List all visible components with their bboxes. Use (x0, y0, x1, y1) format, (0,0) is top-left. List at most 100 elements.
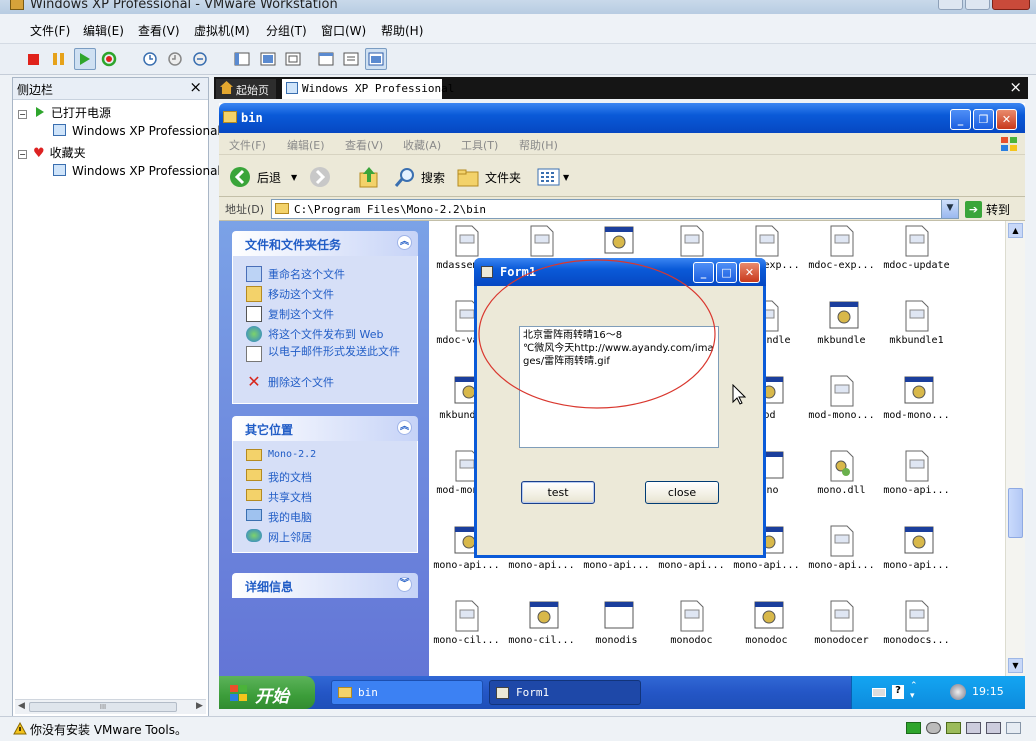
scroll-up-icon[interactable]: ▲ (1008, 223, 1023, 238)
file-item[interactable]: mono-api... (879, 450, 954, 496)
form1-textbox[interactable]: 北京雷阵雨转晴16～8 ℃微风今天http://www.ayandy.com/i… (519, 326, 719, 448)
sidebar-close-icon[interactable]: × (189, 78, 202, 96)
menu-help[interactable]: 帮助(H) (381, 22, 423, 39)
place-network[interactable]: 网上邻居 (268, 529, 312, 545)
show-sidebar-button[interactable] (231, 48, 253, 70)
place-my-documents[interactable]: 我的文档 (268, 469, 312, 485)
details-header[interactable]: 详细信息 ︾ (232, 573, 418, 598)
task-move[interactable]: 移动这个文件 (268, 286, 334, 302)
tab-vm[interactable]: Windows XP Professional (282, 79, 454, 99)
help-icon[interactable]: ? (892, 685, 904, 699)
file-item[interactable]: mono.dll (804, 450, 879, 496)
xp-menu-help[interactable]: 帮助(H) (519, 137, 558, 153)
power-on-button[interactable] (74, 48, 96, 70)
form1-minimize-button[interactable]: _ (693, 262, 714, 283)
file-tasks-header[interactable]: 文件和文件夹任务 ︽ (232, 231, 418, 256)
revert-button[interactable] (164, 48, 186, 70)
task-publish-web[interactable]: 将这个文件发布到 Web (268, 326, 383, 342)
search-button[interactable]: 搜索 (393, 165, 445, 189)
form1-maximize-button[interactable]: □ (716, 262, 737, 283)
close-window-button[interactable] (991, 0, 1030, 10)
tab-home[interactable]: 起始页 (216, 79, 276, 99)
minimize-button[interactable] (938, 0, 963, 10)
expand-chevron-icon[interactable]: ︾ (397, 577, 412, 592)
speaker-icon[interactable] (950, 684, 966, 700)
task-delete[interactable]: 删除这个文件 (268, 374, 334, 390)
test-button[interactable]: test (521, 481, 595, 504)
close-button[interactable]: close (645, 481, 719, 504)
clock[interactable]: 19:15 (972, 685, 1004, 698)
file-item[interactable] (654, 225, 729, 260)
dropdown-arrow-icon[interactable]: ▼ (291, 173, 297, 182)
file-list-scrollbar[interactable]: ▲ ▼ (1005, 221, 1025, 676)
menu-file[interactable]: 文件(F) (30, 22, 70, 39)
task-rename[interactable]: 重命名这个文件 (268, 266, 345, 282)
address-dropdown-icon[interactable]: ▼ (941, 200, 958, 218)
message-icon[interactable] (1006, 722, 1021, 734)
file-item[interactable]: mkbundle (804, 300, 879, 346)
file-item[interactable]: mdoc-update (879, 225, 954, 271)
menu-group[interactable]: 分组(T) (266, 22, 307, 39)
file-item[interactable]: mod-mono... (879, 375, 954, 421)
place-mono[interactable]: Mono-2.2 (268, 449, 316, 460)
keyboard-icon[interactable] (872, 688, 886, 697)
file-item[interactable]: monodoc (729, 600, 804, 646)
file-item[interactable]: mono-cil... (429, 600, 504, 646)
full-screen-button[interactable] (282, 48, 304, 70)
console-view-button[interactable] (315, 48, 337, 70)
menu-edit[interactable]: 编辑(E) (83, 22, 124, 39)
taskbar-item-bin[interactable]: bin (331, 680, 483, 705)
maximize-button[interactable] (964, 0, 990, 10)
scroll-left-icon[interactable]: ◀ (18, 701, 25, 711)
snapshot-manager-button[interactable] (189, 48, 211, 70)
collapse-chevron-icon[interactable]: ︽ (397, 420, 412, 435)
xp-menu-favorites[interactable]: 收藏(A) (403, 137, 441, 153)
tree-favorites[interactable]: − ♥ 收藏夹 (18, 144, 86, 161)
place-shared-documents[interactable]: 共享文档 (268, 489, 312, 505)
file-item[interactable]: monodoc (654, 600, 729, 646)
form1-close-button[interactable]: ✕ (739, 262, 760, 283)
collapse-icon[interactable]: − (18, 150, 27, 159)
menu-vm[interactable]: 虚拟机(M) (194, 22, 250, 39)
reset-button[interactable] (98, 48, 120, 70)
file-item[interactable]: monodocs... (879, 600, 954, 646)
file-item[interactable]: monodocer (804, 600, 879, 646)
views-button[interactable]: ▼ (537, 165, 569, 189)
monitor-icon[interactable] (906, 722, 921, 734)
summary-view-button[interactable] (340, 48, 362, 70)
menu-window[interactable]: 窗口(W) (321, 22, 366, 39)
task-email[interactable]: 以电子邮件形式发送此文件 (268, 346, 408, 358)
file-item[interactable]: mdoc-exp... (804, 225, 879, 271)
xp-menu-edit[interactable]: 编辑(E) (287, 137, 325, 153)
cdrom-icon[interactable] (926, 722, 941, 734)
tray-arrows-icon[interactable]: ⌃ ▾ (910, 681, 918, 701)
file-item[interactable]: monodis (579, 600, 654, 646)
file-item[interactable]: mod-mono... (804, 375, 879, 421)
power-off-button[interactable] (22, 48, 44, 70)
network-adapter-icon[interactable] (946, 722, 961, 734)
taskbar-item-form1[interactable]: Form1 (489, 680, 641, 705)
explorer-restore-button[interactable]: ❐ (973, 109, 994, 130)
sidebar-hscrollbar[interactable]: ◀ III ▶ (15, 699, 206, 714)
place-my-computer[interactable]: 我的电脑 (268, 509, 312, 525)
sound-icon[interactable] (986, 722, 1001, 734)
file-item[interactable] (579, 225, 654, 260)
file-item[interactable]: mono-cil... (504, 600, 579, 646)
tab-close-icon[interactable]: × (1009, 78, 1022, 96)
tree-vm-item[interactable]: Windows XP Professional (53, 124, 221, 138)
collapse-chevron-icon[interactable]: ︽ (397, 235, 412, 250)
back-button[interactable]: 后退 ▼ (229, 165, 297, 189)
xp-menu-tools[interactable]: 工具(T) (461, 137, 498, 153)
file-item[interactable] (504, 225, 579, 260)
scroll-thumb[interactable]: III (29, 702, 177, 712)
xp-menu-file[interactable]: 文件(F) (229, 137, 266, 153)
usb-icon[interactable] (966, 722, 981, 734)
quick-switch-button[interactable] (257, 48, 279, 70)
collapse-icon[interactable]: − (18, 110, 27, 119)
file-item[interactable]: mono-api... (804, 525, 879, 571)
xp-menu-view[interactable]: 查看(V) (345, 137, 383, 153)
task-copy[interactable]: 复制这个文件 (268, 306, 334, 322)
go-button[interactable]: ➔ 转到 (965, 199, 1010, 219)
tree-powered-on[interactable]: − 已打开电源 (18, 104, 111, 121)
suspend-button[interactable] (47, 48, 69, 70)
